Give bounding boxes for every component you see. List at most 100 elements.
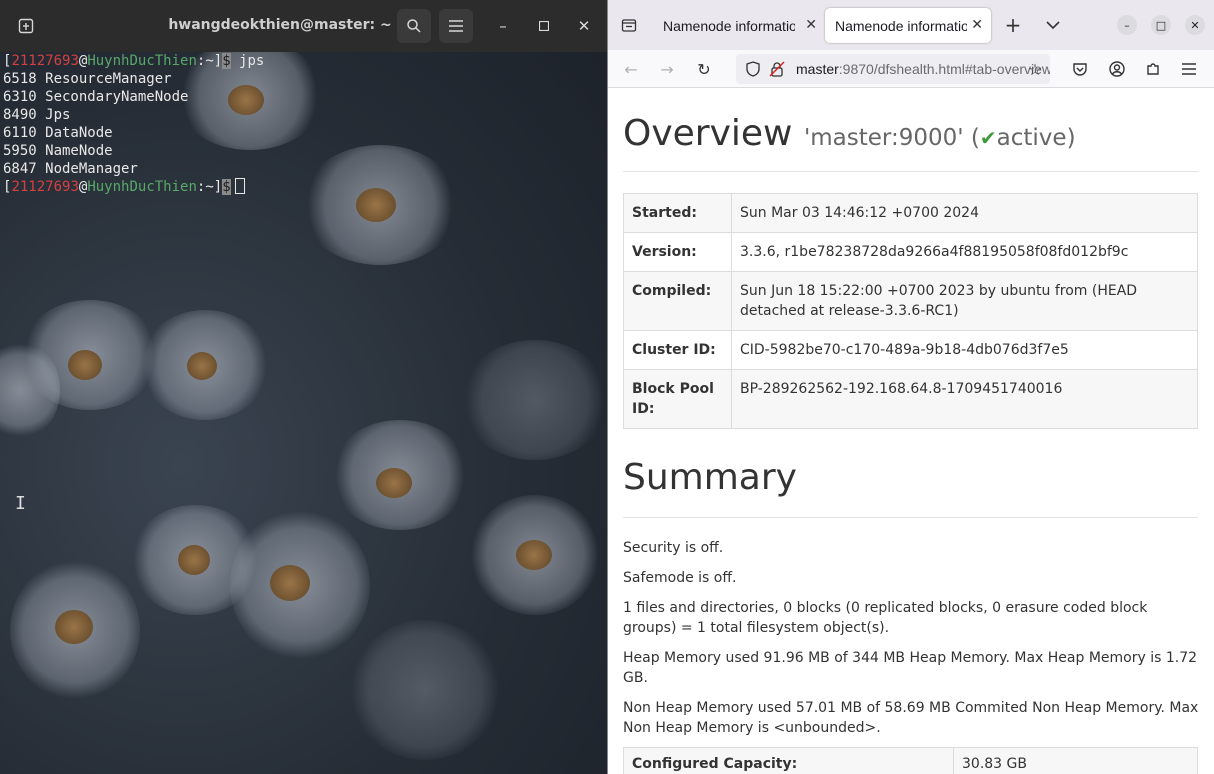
page-content[interactable]: Overview 'master:9000' (✔active) Started… [608,89,1213,774]
row-key: Block Pool ID: [623,369,732,429]
output-line: 6110 DataNode [3,125,113,141]
row-key: Version: [623,232,732,272]
tab-close-icon[interactable]: ✕ [971,16,983,33]
url-path: :9870/dfshealth.html#tab-overview [838,61,1050,77]
table-row: Configured Capacity: 30.83 GB [623,747,1198,774]
tab-label: Namenode information [663,17,795,34]
forward-arrow-icon: → [660,59,674,79]
close-button[interactable]: ✕ [1185,15,1205,35]
puzzle-icon [1147,63,1159,75]
star-icon: ☆ [1027,59,1043,79]
bookmark-button[interactable]: ☆ [1021,55,1049,83]
output-line: 8490 Jps [3,107,71,123]
maximize-icon [539,21,549,31]
command-text: jps [230,53,265,69]
tab-list-icon [621,19,637,32]
overview-status-group: (✔active) [963,125,1076,151]
new-tab-button[interactable] [8,9,44,43]
search-icon [407,19,421,33]
tab-bar: Namenode information ✕ Namenode informat… [608,0,1214,50]
back-arrow-icon: ← [624,59,638,79]
shield-icon [746,61,760,77]
table-row: Version: 3.3.6, r1be78238728da9266a4f881… [623,232,1198,272]
search-button[interactable] [397,9,431,43]
tab-namenode-2[interactable]: Namenode information ✕ [825,8,991,43]
reload-button[interactable]: ↻ [690,55,718,83]
terminal-header: hwangdeokthien@master: ~ – ✕ [0,0,607,52]
text-cursor [234,178,245,194]
maximize-button[interactable] [527,9,561,43]
maximize-button[interactable]: □ [1151,15,1171,35]
hamburger-menu-icon [449,20,463,32]
table-row: Cluster ID: CID-5982be70-c170-489a-9b18-… [623,330,1198,370]
output-line: 6847 NodeManager [3,161,138,177]
row-key: Cluster ID: [623,330,732,370]
url-text: master:9870/dfshealth.html#tab-overview [796,61,1050,77]
prompt-path: :~ [196,53,214,69]
reload-icon: ↻ [697,59,711,79]
overview-address: 'master:9000' [803,125,964,151]
account-icon [1109,61,1125,77]
terminal-output[interactable]: [21127693@HuynhDucThien:~]$ jps 6518 Res… [3,52,264,196]
row-value: CID-5982be70-c170-489a-9b18-4db076d3f7e5 [731,330,1198,370]
divider [623,171,1198,172]
close-icon: ✕ [1190,18,1200,32]
list-all-tabs-button[interactable] [1038,10,1068,40]
summary-heading: Summary [623,457,797,498]
row-value: Sun Mar 03 14:46:12 +0700 2024 [731,193,1198,233]
row-key: Started: [623,193,732,233]
tab-close-icon[interactable]: ✕ [805,16,817,33]
row-value: Sun Jun 18 15:22:00 +0700 2023 by ubuntu… [731,271,1198,331]
forward-button[interactable]: → [653,55,681,83]
terminal-window[interactable]: hwangdeokthien@master: ~ – ✕ [21127693@H… [0,0,607,774]
summary-line: Heap Memory used 91.96 MB of 344 MB Heap… [623,650,1198,686]
prompt-path: :~ [196,179,214,195]
prompt-user: 21127693 [11,53,79,69]
overview-table: Started: Sun Mar 03 14:46:12 +0700 2024 … [623,193,1198,429]
row-value: 30.83 GB [953,747,1198,774]
navigation-bar: ← → ↻ master:9870/dfshealth.html#tab-ove… [608,50,1214,88]
row-key: Configured Capacity: [623,747,954,774]
pocket-icon [1073,63,1087,76]
minimize-button[interactable]: – [486,9,520,43]
close-button[interactable]: ✕ [567,9,601,43]
tab-namenode-1[interactable]: Namenode information ✕ [653,8,825,43]
minimize-icon: – [1124,18,1130,32]
tab-label: Namenode information [835,17,967,34]
pocket-button[interactable] [1066,55,1094,83]
summary-line: Security is off. [623,540,724,556]
new-tab-button[interactable]: + [998,10,1028,40]
overview-status: active [996,125,1067,151]
minimize-icon: – [499,17,507,35]
new-tab-icon [18,18,34,34]
back-button[interactable]: ← [617,55,645,83]
url-host: master [796,61,839,77]
output-line: 6310 SecondaryNameNode [3,89,189,105]
prompt-host: HuynhDucThien [87,179,197,195]
output-line: 6518 ResourceManager [3,71,172,87]
output-line: 5950 NameNode [3,143,113,159]
prompt-host: HuynhDucThien [87,53,197,69]
prompt-line: [21127693@HuynhDucThien:~]$ [3,178,264,196]
row-value: 3.3.6, r1be78238728da9266a4f88195058f08f… [731,232,1198,272]
row-key: Compiled: [623,271,732,331]
extensions-button[interactable] [1139,55,1167,83]
prompt-user: 21127693 [11,179,79,195]
app-menu-button[interactable] [1175,55,1203,83]
ibeam-cursor-icon: I [15,493,26,514]
check-icon: ✔ [979,126,997,150]
tab-overview-button[interactable] [614,10,644,40]
prompt-line: [21127693@HuynhDucThien:~]$ jps [3,53,265,69]
browser-window[interactable]: Namenode information ✕ Namenode informat… [607,0,1214,774]
overview-heading: Overview 'master:9000' (✔active) [623,113,1076,154]
account-button[interactable] [1103,55,1131,83]
close-icon: ✕ [577,17,591,35]
table-row: Block Pool ID: BP-289262562-192.168.64.8… [623,369,1198,429]
divider [623,517,1198,518]
summary-line: Safemode is off. [623,570,737,586]
url-bar[interactable]: master:9870/dfshealth.html#tab-overview [736,54,1050,84]
insecure-lock-icon [769,61,785,77]
overview-title: Overview [623,113,793,154]
minimize-button[interactable]: – [1117,15,1137,35]
menu-button[interactable] [439,9,473,43]
